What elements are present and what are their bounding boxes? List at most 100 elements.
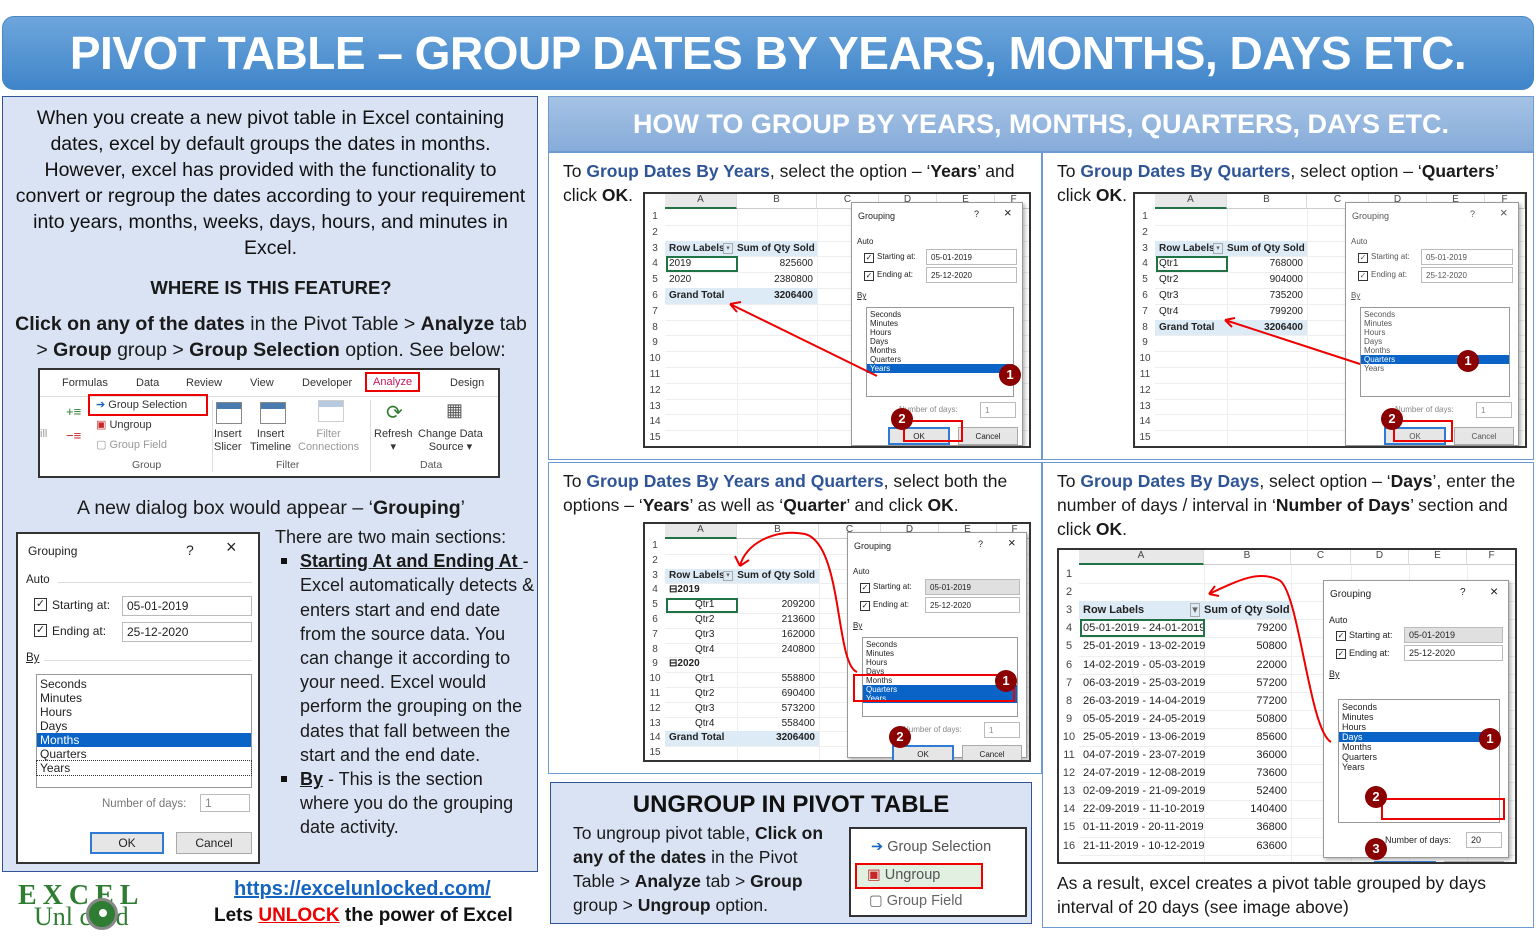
list-option-minutes[interactable]: Minutes (863, 649, 1017, 658)
row-number[interactable]: 12 (645, 702, 665, 717)
cancel-button[interactable]: Cancel (176, 832, 252, 854)
row-label-cell[interactable]: 14-02-2019 - 05-03-2019 (1083, 656, 1205, 674)
row-number[interactable]: 15 (645, 430, 665, 446)
list-option-days[interactable]: Days (37, 719, 251, 733)
ending-checkbox[interactable]: ✓ (864, 271, 874, 281)
starting-input[interactable]: 05-01-2019 (122, 596, 252, 616)
row-number[interactable]: 5 (645, 598, 665, 613)
close-button[interactable]: × (1490, 583, 1498, 599)
value-cell[interactable]: 209200 (737, 598, 815, 613)
value-cell[interactable]: 904000 (1227, 272, 1303, 288)
group-field-button[interactable]: ▢ Group Field (869, 893, 963, 909)
row-label-cell[interactable]: Qtr2 (1159, 272, 1178, 288)
close-button[interactable]: × (1008, 535, 1016, 550)
list-option-months[interactable]: Months (1361, 346, 1509, 355)
row-label-cell[interactable]: Qtr3 (695, 702, 714, 717)
value-cell[interactable]: 85600 (1204, 728, 1287, 746)
ending-input[interactable]: 25-12-2020 (122, 622, 252, 642)
row-number[interactable]: 7 (645, 628, 665, 643)
group-selection-button[interactable]: ➔ Group Selection (96, 398, 187, 411)
tab-developer[interactable]: Developer (302, 377, 352, 389)
row-number[interactable]: 8 (645, 320, 665, 336)
tab-analyze[interactable]: Analyze (365, 372, 421, 392)
row-number[interactable]: 1 (645, 539, 665, 554)
value-cell[interactable]: 77200 (1204, 692, 1287, 710)
filter-dropdown-icon[interactable]: ▾ (723, 570, 733, 582)
column-header-a[interactable]: A (1155, 194, 1227, 209)
ending-checkbox[interactable]: ✓ (34, 624, 47, 637)
list-option-days[interactable]: Days (867, 337, 1013, 346)
row-number[interactable]: 10 (1135, 351, 1155, 367)
value-cell[interactable]: 50800 (1204, 710, 1287, 728)
value-cell[interactable]: 573200 (737, 702, 815, 717)
row-number[interactable]: 6 (1059, 656, 1079, 674)
active-cell[interactable] (1080, 619, 1205, 638)
tab-design[interactable]: Design (450, 377, 484, 389)
row-number[interactable]: 11 (1059, 746, 1079, 764)
list-option-years[interactable]: Years (36, 760, 252, 776)
number-of-days-input[interactable]: 1 (1476, 402, 1512, 418)
filter-dropdown-icon[interactable]: ▾ (1190, 603, 1200, 618)
value-cell[interactable]: 690400 (737, 687, 815, 702)
website-link[interactable]: https://excelunlocked.com/ (234, 878, 491, 901)
ending-input[interactable]: 25-12-2020 (925, 597, 1020, 613)
column-header-b[interactable]: B (737, 194, 817, 209)
row-number[interactable]: 4 (645, 256, 665, 272)
row-number[interactable]: 16 (1059, 837, 1079, 855)
row-number[interactable]: 14 (645, 414, 665, 430)
value-cell[interactable]: 213600 (737, 613, 815, 628)
value-cell[interactable]: 73600 (1204, 764, 1287, 782)
row-number[interactable]: 1 (1059, 565, 1079, 583)
number-of-days-input[interactable]: 1 (200, 794, 250, 812)
row-number[interactable]: 9 (1135, 335, 1155, 351)
row-number[interactable]: 13 (1135, 399, 1155, 415)
year-group-row[interactable]: ⊟2020 (669, 657, 700, 672)
value-header[interactable]: Sum of Qty Sold (737, 241, 815, 257)
help-button[interactable]: ? (1470, 209, 1475, 219)
row-number[interactable]: 6 (645, 613, 665, 628)
column-header-a[interactable]: A (665, 524, 737, 539)
ending-input[interactable]: 25-12-2020 (1421, 267, 1513, 283)
row-number[interactable]: 15 (1059, 818, 1079, 836)
row-number[interactable]: 14 (1059, 800, 1079, 818)
row-label-cell[interactable]: Qtr3 (695, 628, 714, 643)
ungroup-button[interactable]: ▣ Ungroup (867, 867, 940, 883)
column-header-e[interactable]: E (1409, 550, 1467, 565)
list-option-years[interactable]: Years (1361, 364, 1509, 373)
ok-button[interactable]: OK (1374, 861, 1436, 862)
list-option-hours[interactable]: Hours (1361, 328, 1509, 337)
row-label-cell[interactable]: 25-01-2019 - 13-02-2019 (1083, 637, 1205, 655)
ungroup-button[interactable]: ▣ Ungroup (96, 418, 152, 431)
row-label-cell[interactable]: 04-07-2019 - 23-07-2019 (1083, 746, 1205, 764)
list-option-minutes[interactable]: Minutes (1339, 712, 1499, 722)
row-number[interactable]: 10 (645, 351, 665, 367)
list-option-quarters[interactable]: Quarters (37, 747, 251, 761)
row-number[interactable]: 7 (1059, 674, 1079, 692)
column-header-a[interactable]: A (1079, 550, 1204, 565)
row-label-cell[interactable]: 2020 (669, 272, 691, 288)
help-button[interactable]: ? (1460, 587, 1466, 598)
row-number[interactable]: 6 (1135, 288, 1155, 304)
ending-checkbox[interactable]: ✓ (1336, 649, 1346, 659)
cancel-button[interactable]: Cancel (962, 745, 1022, 760)
row-number[interactable]: 4 (1135, 256, 1155, 272)
ending-input[interactable]: 25-12-2020 (926, 267, 1017, 283)
row-number[interactable]: 7 (1135, 304, 1155, 320)
row-number[interactable]: 3 (645, 569, 665, 584)
tab-formulas[interactable]: Formulas (62, 377, 108, 389)
list-option-hours[interactable]: Hours (37, 705, 251, 719)
row-number[interactable]: 14 (645, 731, 665, 746)
list-option-minutes[interactable]: Minutes (1361, 319, 1509, 328)
number-of-days-input[interactable]: 20 (1466, 832, 1502, 848)
year-group-row[interactable]: ⊟2019 (669, 583, 700, 598)
row-number[interactable]: 14 (1135, 414, 1155, 430)
row-number[interactable]: 15 (1135, 430, 1155, 446)
row-number[interactable]: 7 (645, 304, 665, 320)
row-label-cell[interactable]: Qtr3 (1159, 288, 1178, 304)
row-number[interactable]: 11 (1135, 367, 1155, 383)
value-cell[interactable]: 22000 (1204, 656, 1287, 674)
row-label-cell[interactable]: 24-07-2019 - 12-08-2019 (1083, 764, 1205, 782)
help-button[interactable]: ? (978, 539, 983, 549)
group-by-list[interactable]: Seconds Minutes Hours Days Months Quarters Yea… (36, 674, 252, 788)
value-cell[interactable]: 140400 (1204, 800, 1287, 818)
